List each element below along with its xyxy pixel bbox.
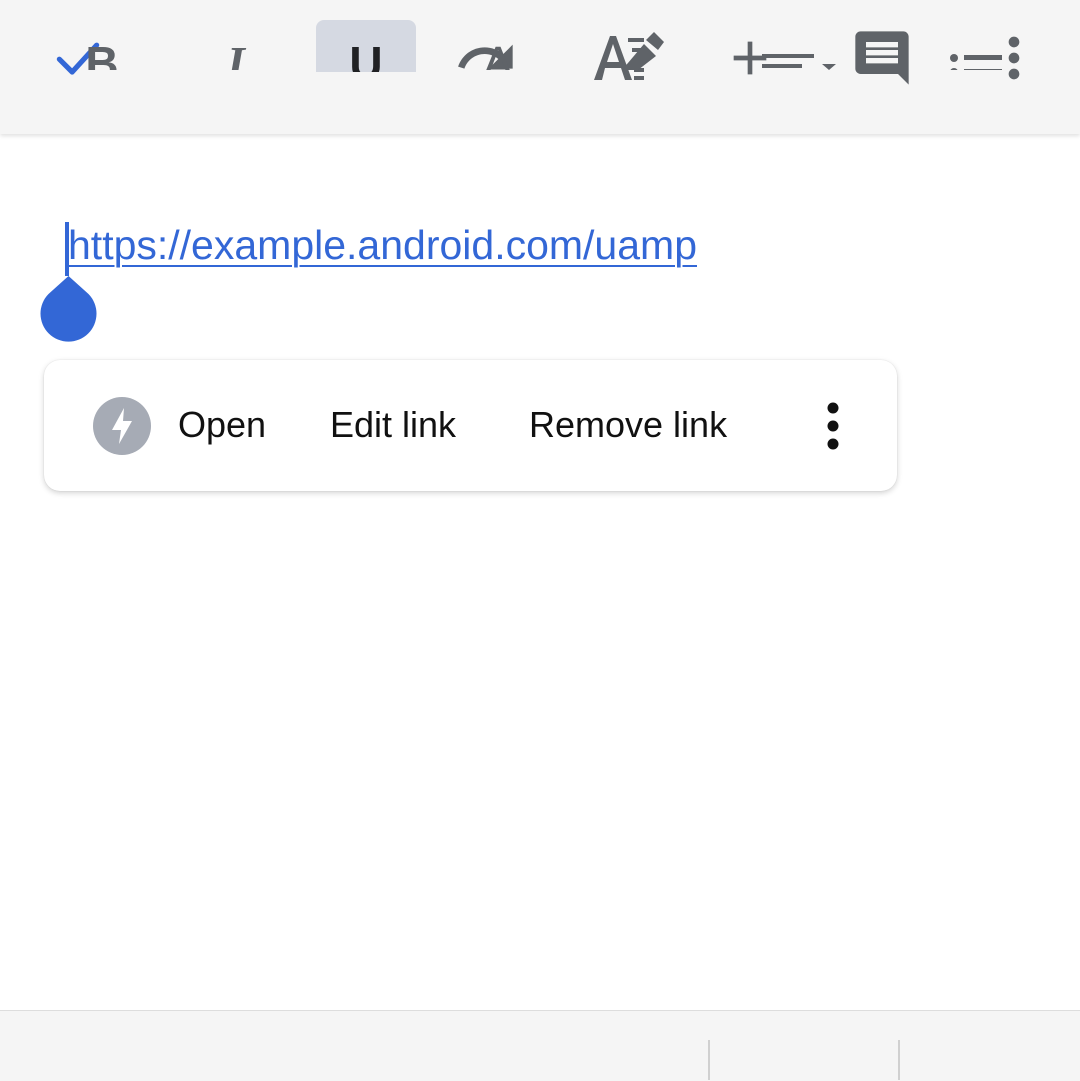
bold-icon: B [85,37,119,70]
align-button[interactable] [750,18,850,70]
comment-icon[interactable] [850,26,914,90]
text-color-icon: A [482,37,514,70]
edit-link-button[interactable]: Edit link [330,404,456,446]
italic-button[interactable]: I [186,18,286,71]
document-link[interactable]: https://example.android.com/uamp [68,222,697,269]
format-toolbar [0,1010,1080,1081]
underline-icon: U [349,37,383,72]
bold-button[interactable]: B [52,18,152,70]
align-icon [762,54,836,70]
selection-handle[interactable] [40,276,97,342]
bulleted-list-icon [950,54,1002,70]
bolt-icon [92,396,152,456]
text-color-button[interactable]: A [448,18,548,70]
text-cursor [65,222,69,276]
toolbar-divider [708,1040,710,1080]
italic-icon: I [227,37,245,71]
highlight-icon [622,32,664,70]
bulleted-list-button[interactable] [926,18,1026,70]
remove-link-button[interactable]: Remove link [529,404,727,446]
open-link-button[interactable]: Open [178,404,266,446]
underline-button[interactable]: U [316,20,416,72]
highlight-button[interactable] [584,18,684,70]
link-action-popup: Open Edit link Remove link [44,360,897,491]
toolbar-divider [898,1040,900,1080]
more-vert-icon[interactable] [818,402,848,450]
